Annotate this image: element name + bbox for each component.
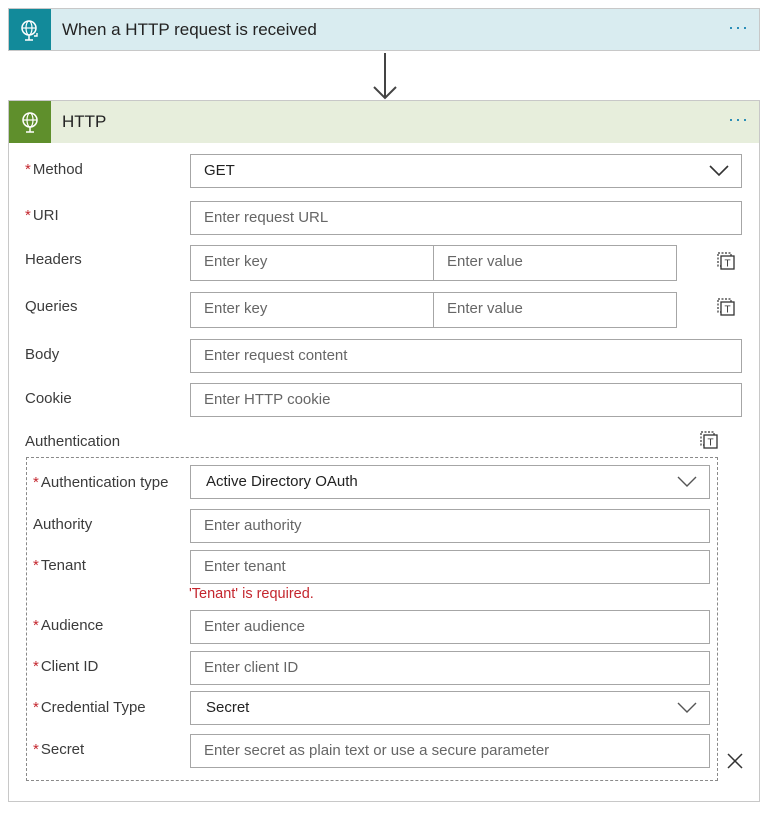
- http-more-button[interactable]: ···: [728, 101, 749, 142]
- authentication-type-label: * Authentication type: [33, 474, 168, 491]
- required-marker: *: [33, 617, 39, 634]
- trigger-title: When a HTTP request is received: [62, 20, 317, 39]
- body-input[interactable]: Enter request content: [190, 339, 742, 373]
- method-value: GET: [204, 162, 235, 179]
- authority-label: Authority: [33, 516, 93, 533]
- queries-key-input[interactable]: Enter key: [191, 293, 433, 327]
- close-icon[interactable]: [726, 752, 744, 770]
- required-marker: *: [33, 557, 39, 574]
- globe-icon: [9, 101, 51, 143]
- credential-type-select[interactable]: Secret: [190, 691, 710, 725]
- headers-key-input[interactable]: Enter key: [191, 246, 433, 280]
- uri-label-text: URI: [32, 207, 59, 224]
- required-marker: *: [33, 699, 39, 716]
- switch-to-text-mode-icon[interactable]: T: [716, 297, 736, 317]
- method-select[interactable]: GET: [190, 154, 742, 188]
- required-marker: *: [25, 161, 31, 178]
- secret-input[interactable]: Enter secret as plain text or use a secu…: [190, 734, 710, 768]
- authentication-label: Authentication: [25, 433, 121, 450]
- tenant-label: * Tenant: [33, 557, 86, 574]
- audience-label-text: Audience: [40, 617, 104, 634]
- svg-text:T: T: [707, 438, 713, 449]
- uri-label: * URI: [25, 207, 59, 224]
- audience-input[interactable]: Enter audience: [190, 610, 710, 644]
- switch-to-text-mode-icon[interactable]: T: [699, 430, 719, 450]
- authentication-type-label-text: Authentication type: [40, 474, 169, 491]
- globe-request-icon: [9, 9, 51, 50]
- client-id-label-text: Client ID: [40, 658, 99, 675]
- authority-input[interactable]: Enter authority: [190, 509, 710, 543]
- svg-text:T: T: [724, 305, 730, 316]
- chevron-down-icon: [677, 702, 697, 713]
- queries-field: Enter key Enter value: [190, 292, 677, 328]
- authentication-type-value: Active Directory OAuth: [206, 473, 358, 490]
- flow-arrow-icon: [373, 53, 397, 100]
- queries-label: Queries: [25, 298, 78, 315]
- queries-value-input[interactable]: Enter value: [433, 293, 676, 327]
- http-title: HTTP: [62, 112, 107, 131]
- tenant-label-text: Tenant: [40, 557, 86, 574]
- credential-type-label-text: Credential Type: [40, 699, 146, 716]
- required-marker: *: [33, 658, 39, 675]
- required-marker: *: [33, 741, 39, 758]
- svg-text:T: T: [724, 259, 730, 270]
- trigger-more-button[interactable]: ···: [728, 9, 749, 50]
- secret-label-text: Secret: [40, 741, 85, 758]
- tenant-error-message: 'Tenant' is required.: [189, 586, 314, 602]
- uri-input[interactable]: Enter request URL: [190, 201, 742, 235]
- cookie-input[interactable]: Enter HTTP cookie: [190, 383, 742, 417]
- http-action-card: HTTP ··· * Method GET * URI Enter request …: [8, 100, 760, 802]
- http-card-header[interactable]: HTTP ···: [9, 101, 759, 143]
- audience-label: * Audience: [33, 617, 103, 634]
- client-id-input[interactable]: Enter client ID: [190, 651, 710, 685]
- headers-value-input[interactable]: Enter value: [433, 246, 676, 280]
- required-marker: *: [33, 474, 39, 491]
- chevron-down-icon: [709, 165, 729, 177]
- method-label-text: Method: [32, 161, 83, 178]
- chevron-down-icon: [677, 476, 697, 487]
- headers-label: Headers: [25, 251, 82, 268]
- client-id-label: * Client ID: [33, 658, 98, 675]
- trigger-card[interactable]: When a HTTP request is received ···: [8, 8, 760, 51]
- required-marker: *: [25, 207, 31, 224]
- switch-to-text-mode-icon[interactable]: T: [716, 251, 736, 271]
- credential-type-label: * Credential Type: [33, 699, 146, 716]
- cookie-label: Cookie: [25, 390, 72, 407]
- tenant-input[interactable]: Enter tenant: [190, 550, 710, 584]
- body-label: Body: [25, 346, 60, 363]
- authentication-type-select[interactable]: Active Directory OAuth: [190, 465, 710, 499]
- credential-type-value: Secret: [206, 699, 250, 716]
- headers-field: Enter key Enter value: [190, 245, 677, 281]
- secret-label: * Secret: [33, 741, 84, 758]
- method-label: * Method: [25, 161, 83, 178]
